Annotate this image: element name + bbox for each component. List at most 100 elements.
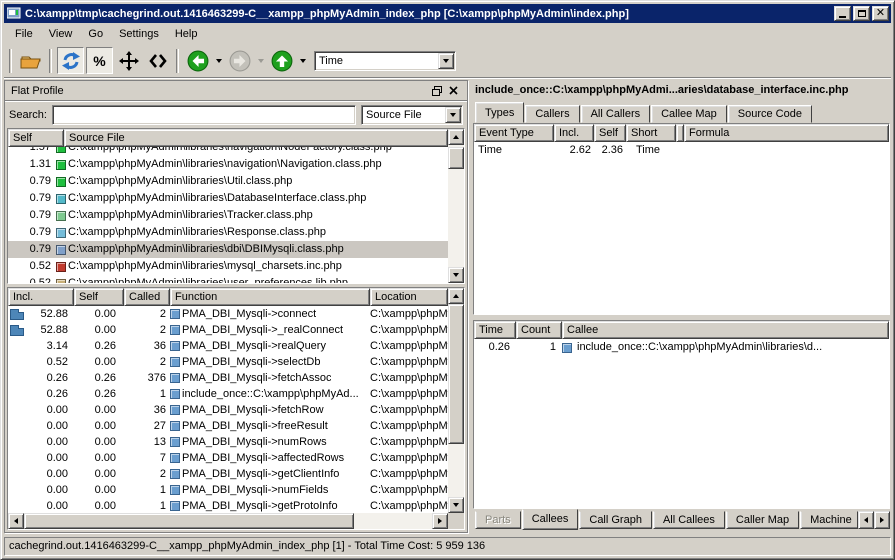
- column-header-source-file[interactable]: Source File: [64, 129, 448, 147]
- table-row[interactable]: 0.00 0.00 27 PMA_DBI_Mysqli->freeResult …: [8, 418, 448, 434]
- back-button[interactable]: [184, 47, 211, 74]
- tab-call-graph[interactable]: Call Graph: [579, 511, 652, 529]
- list-item[interactable]: 0.79 C:\xampp\phpMyAdmin\libraries\Track…: [8, 207, 448, 224]
- table-row[interactable]: 0.26 0.26 1 include_once::C:\xampp\phpMy…: [8, 386, 448, 402]
- list-item[interactable]: 0.79 C:\xampp\phpMyAdmin\libraries\Respo…: [8, 224, 448, 241]
- self-cell: 2.36: [594, 142, 626, 159]
- tab-callee-map[interactable]: Callee Map: [651, 105, 727, 123]
- column-header-self[interactable]: Self: [8, 129, 64, 147]
- list-item[interactable]: 0.79 C:\xampp\phpMyAdmin\libraries\Util.…: [8, 173, 448, 190]
- scroll-left-icon[interactable]: [8, 513, 24, 529]
- column-header-count[interactable]: Count: [516, 321, 562, 339]
- tab-machine-code[interactable]: Machine: [800, 511, 858, 529]
- table-row[interactable]: 0.00 0.00 7 PMA_DBI_Mysqli->affectedRows…: [8, 450, 448, 466]
- tab-all-callers[interactable]: All Callers: [581, 105, 651, 123]
- column-header-spacer[interactable]: [676, 124, 684, 142]
- column-header-incl[interactable]: Incl.: [8, 288, 74, 306]
- short-cell: Time: [626, 142, 676, 159]
- list-item[interactable]: 0.79 C:\xampp\phpMyAdmin\libraries\Datab…: [8, 190, 448, 207]
- column-header-self[interactable]: Self: [74, 288, 124, 306]
- column-header-formula[interactable]: Formula: [684, 124, 889, 142]
- table-row[interactable]: 0.52 0.00 2 PMA_DBI_Mysqli->selectDb C:\…: [8, 354, 448, 370]
- menu-view[interactable]: View: [42, 26, 80, 42]
- event-type-select[interactable]: Time: [314, 51, 456, 71]
- scroll-up-icon[interactable]: [448, 288, 464, 304]
- cycle-detection-button[interactable]: [144, 47, 171, 74]
- tab-scroll-right-icon[interactable]: [874, 511, 890, 529]
- tab-callers[interactable]: Callers: [525, 105, 579, 123]
- scroll-up-icon[interactable]: [448, 129, 464, 145]
- horizontal-scrollbar[interactable]: [8, 513, 448, 529]
- table-row[interactable]: 0.26 1 include_once::C:\xampp\phpMyAdmin…: [474, 339, 889, 356]
- forward-icon: [229, 50, 251, 72]
- toolbar-separator: [49, 49, 52, 73]
- titlebar[interactable]: C:\xampp\tmp\cachegrind.out.1416463299-C…: [4, 4, 891, 23]
- list-item[interactable]: 1.57 C:\xampp\phpMyAdmin\libraries\navig…: [8, 147, 448, 156]
- menu-settings[interactable]: Settings: [112, 26, 166, 42]
- back-dropdown[interactable]: [213, 47, 224, 74]
- tab-parts[interactable]: Parts: [475, 511, 521, 529]
- column-header-incl[interactable]: Incl.: [554, 124, 594, 142]
- list-item[interactable]: 1.31 C:\xampp\phpMyAdmin\libraries\navig…: [8, 156, 448, 173]
- table-row[interactable]: 0.26 0.26 376 PMA_DBI_Mysqli->fetchAssoc…: [8, 370, 448, 386]
- table-row[interactable]: Time 2.62 2.36 Time: [474, 142, 889, 159]
- column-header-callee[interactable]: Callee: [562, 321, 889, 339]
- column-header-location[interactable]: Location: [370, 288, 448, 306]
- vertical-scrollbar[interactable]: [448, 129, 464, 283]
- list-item[interactable]: 0.52 C:\xampp\phpMyAdmin\libraries\user_…: [8, 275, 448, 283]
- tab-scroll-left-icon[interactable]: [858, 511, 874, 529]
- table-row[interactable]: 0.00 0.00 36 PMA_DBI_Mysqli->fetchRow C:…: [8, 402, 448, 418]
- list-item[interactable]: 0.79 C:\xampp\phpMyAdmin\libraries\dbi\D…: [8, 241, 448, 258]
- chevron-down-icon[interactable]: [445, 107, 461, 123]
- table-row[interactable]: 52.88 0.00 2 PMA_DBI_Mysqli->connect C:\…: [8, 306, 448, 322]
- table-row[interactable]: 52.88 0.00 2 PMA_DBI_Mysqli->_realConnec…: [8, 322, 448, 338]
- table-row[interactable]: 0.00 0.00 13 PMA_DBI_Mysqli->numRows C:\…: [8, 434, 448, 450]
- search-input[interactable]: [52, 105, 356, 125]
- minimize-button[interactable]: [834, 6, 851, 21]
- expand-cost-button[interactable]: [115, 47, 142, 74]
- chevron-down-icon[interactable]: [438, 53, 454, 69]
- refresh-button[interactable]: [57, 47, 84, 74]
- column-header-self[interactable]: Self: [594, 124, 626, 142]
- maximize-button[interactable]: [853, 6, 870, 21]
- table-row[interactable]: 0.00 0.00 1 PMA_DBI_Mysqli->getProtoInfo…: [8, 498, 448, 513]
- up-button[interactable]: [268, 47, 295, 74]
- percent-toggle-button[interactable]: %: [86, 47, 113, 74]
- column-header-function[interactable]: Function: [170, 288, 370, 306]
- forward-dropdown[interactable]: [255, 47, 266, 74]
- flat-profile-titlebar[interactable]: Flat Profile: [5, 81, 467, 101]
- menu-file[interactable]: File: [8, 26, 40, 42]
- tab-caller-map[interactable]: Caller Map: [726, 511, 799, 529]
- scroll-down-icon[interactable]: [448, 497, 464, 513]
- list-item[interactable]: 0.52 C:\xampp\phpMyAdmin\libraries\mysql…: [8, 258, 448, 275]
- close-button[interactable]: ✕: [872, 6, 889, 21]
- column-header-time[interactable]: Time: [474, 321, 516, 339]
- up-dropdown[interactable]: [297, 47, 308, 74]
- menu-help[interactable]: Help: [168, 26, 205, 42]
- function-icon: [170, 469, 180, 479]
- group-by-select[interactable]: Source File: [361, 105, 463, 125]
- vertical-scrollbar[interactable]: [448, 288, 464, 513]
- column-header-event-type[interactable]: Event Type: [474, 124, 554, 142]
- table-row[interactable]: 0.00 0.00 2 PMA_DBI_Mysqli->getClientInf…: [8, 466, 448, 482]
- self-cost-cell: 0.26: [74, 338, 124, 354]
- scroll-down-icon[interactable]: [448, 267, 464, 283]
- menu-go[interactable]: Go: [81, 26, 110, 42]
- table-row[interactable]: 3.14 0.26 36 PMA_DBI_Mysqli->realQuery C…: [8, 338, 448, 354]
- column-header-short[interactable]: Short: [626, 124, 676, 142]
- tab-source-code[interactable]: Source Code: [728, 105, 812, 123]
- column-header-called[interactable]: Called: [124, 288, 170, 306]
- self-cost-cell: 0.79: [8, 224, 56, 241]
- scrollbar-thumb[interactable]: [448, 147, 464, 169]
- scrollbar-thumb[interactable]: [24, 513, 354, 529]
- forward-button[interactable]: [226, 47, 253, 74]
- tab-types[interactable]: Types: [475, 102, 524, 123]
- tab-all-callees[interactable]: All Callees: [653, 511, 725, 529]
- open-file-button[interactable]: [17, 47, 44, 74]
- float-panel-button[interactable]: [429, 84, 445, 98]
- scrollbar-thumb[interactable]: [448, 304, 464, 444]
- tab-callees[interactable]: Callees: [522, 509, 579, 530]
- close-panel-button[interactable]: [445, 84, 461, 98]
- scroll-right-icon[interactable]: [432, 513, 448, 529]
- table-row[interactable]: 0.00 0.00 1 PMA_DBI_Mysqli->numFields C:…: [8, 482, 448, 498]
